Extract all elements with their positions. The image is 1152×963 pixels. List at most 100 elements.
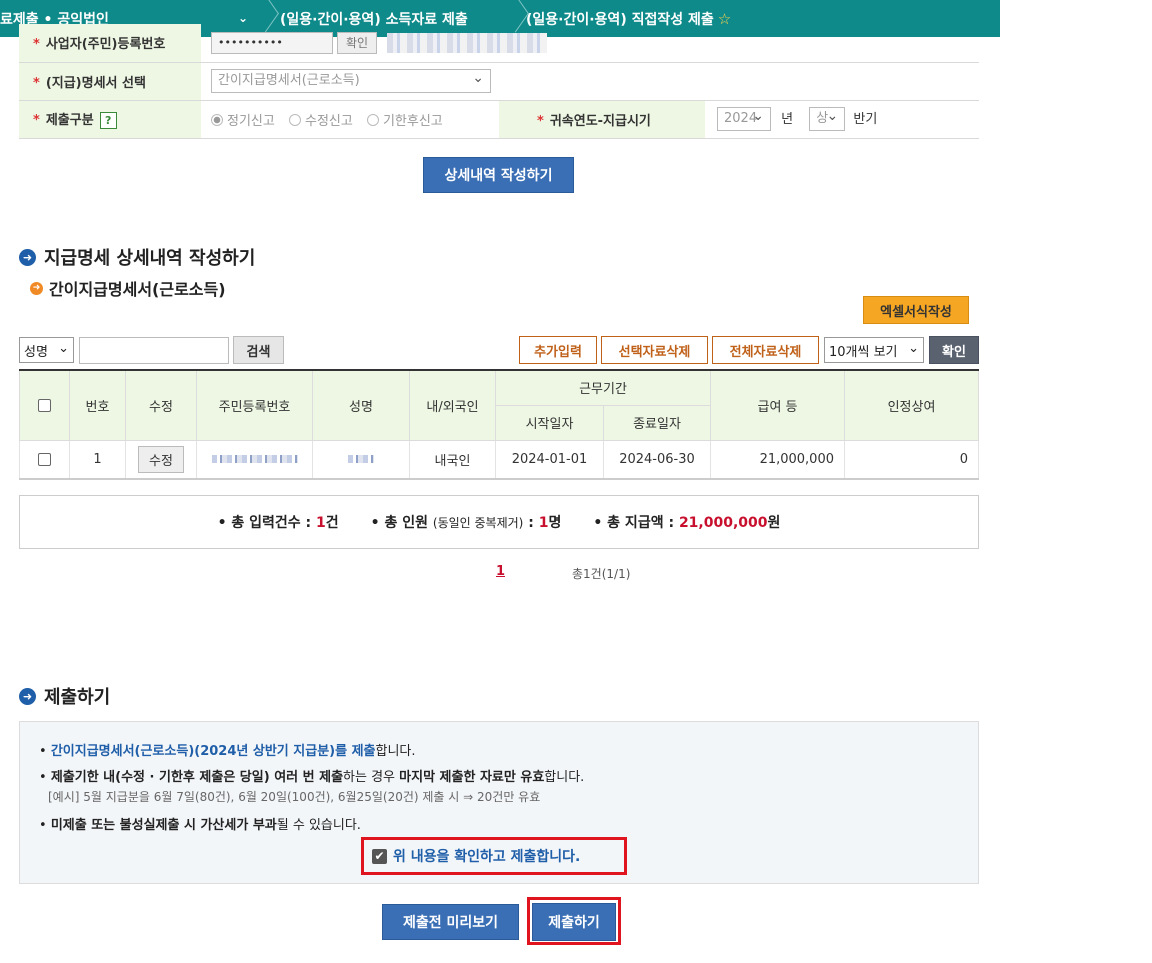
delete-selected-button[interactable]: 선택자료삭제 (601, 336, 708, 364)
section-detail-title-text: 지급명세 상세내역 작성하기 (44, 248, 256, 269)
submit-type-cell: 정기신고 수정신고 기한후신고 (201, 100, 499, 139)
bizno-label-text: 사업자(주민)등록번호 (45, 37, 166, 53)
chevron-down-icon: ⌄ (908, 341, 919, 356)
bizno-cell: •••••••••• 확인 (201, 24, 979, 63)
info-line-4-a: 미제출 또는 불성실제출 시 가산세가 부과 (50, 818, 277, 833)
row-bonus: 0 (844, 440, 979, 480)
row-name (312, 440, 410, 480)
radio-dot[interactable] (288, 113, 301, 126)
required-mark: * (33, 37, 40, 53)
chevron-down-icon[interactable]: ⌄ (238, 11, 248, 25)
search-field-select[interactable]: 성명 ⌄ (19, 337, 74, 363)
header-pay: 급여 등 (710, 369, 845, 441)
summary-people-unit: 명 (548, 515, 562, 531)
select-all-checkbox[interactable] (38, 398, 51, 412)
chevron-down-icon: ⌄ (58, 341, 69, 356)
info-line-1-tail: 합니다. (375, 744, 416, 759)
year-select[interactable]: 2024 (717, 105, 771, 131)
summary-amount-unit: 원 (767, 515, 781, 531)
header-nationality: 내/외국인 (409, 369, 496, 441)
summary-amount-value: 21,000,000 (678, 515, 768, 531)
detail-write-button[interactable]: 상세내역 작성하기 (423, 157, 574, 193)
radio-dot[interactable] (366, 113, 379, 126)
radio-regular[interactable]: 정기신고 (211, 110, 275, 129)
required-mark: * (537, 113, 544, 129)
info-line-4: • 미제출 또는 불성실제출 시 가산세가 부과될 수 있습니다. (39, 814, 361, 833)
half-select[interactable]: 상 (809, 105, 846, 131)
bullet: • (39, 744, 47, 759)
radio-amend[interactable]: 수정신고 (288, 110, 353, 129)
radio-regular-label: 정기신고 (227, 113, 275, 129)
header-start: 시작일자 (495, 405, 604, 441)
header-edit: 수정 (125, 369, 197, 441)
row-edit-button[interactable]: 수정 (138, 445, 184, 473)
info-line-2-d: 합니다. (544, 770, 585, 785)
info-line-2-a: 제출기한 내(수정 · 기한후 제출은 당일) 여러 번 제출 (50, 770, 344, 785)
info-line-2-b: 하는 경우 (343, 770, 400, 785)
radio-dot[interactable] (211, 113, 223, 126)
summary-count-unit: 건 (325, 515, 339, 531)
submit-type-label-text: 제출구분 (45, 113, 94, 128)
orange-arrow-icon: ➜ (30, 281, 43, 295)
preview-button[interactable]: 제출전 미리보기 (382, 904, 519, 940)
summary-count-label: • 총 입력건수 : (217, 515, 317, 531)
bullet: • (39, 818, 47, 833)
summary-amount: • 총 지급액 : 21,000,000원 (593, 512, 780, 532)
excel-form-button[interactable]: 엑셀서식작성 (863, 296, 969, 324)
pager-total: 총1건(1/1) (572, 567, 631, 581)
header-name: 성명 (312, 369, 410, 441)
section-submit-title: ➜ 제출하기 (19, 683, 110, 709)
year-label: * 귀속연도-지급시기 (499, 100, 705, 139)
masked-rrn (211, 455, 298, 464)
doc-select-label: * (지급)명세서 선택 (19, 62, 201, 101)
radio-late[interactable]: 기한후신고 (366, 110, 443, 129)
sub-title: ➜ 간이지급명세서(근로소득) (30, 276, 226, 300)
page-size-select[interactable]: 10개씩 보기 ⌄ (824, 337, 924, 363)
radio-amend-label: 수정신고 (304, 113, 353, 129)
confirm-text: 위 내용을 확인하고 제출합니다. (393, 849, 581, 865)
summary-people-value: 1 (538, 515, 549, 531)
row-checkbox[interactable] (38, 452, 51, 466)
arrow-circle-icon: ➜ (19, 248, 36, 266)
header-rrn: 주민등록번호 (196, 369, 313, 441)
info-line-4-b: 될 수 있습니다. (276, 818, 361, 833)
submit-button[interactable]: 제출하기 (532, 903, 616, 941)
header-select-all (19, 369, 70, 441)
header-end: 종료일자 (603, 405, 711, 441)
confirm-checkbox-row[interactable]: ✔ 위 내용을 확인하고 제출합니다. (361, 837, 627, 875)
year-label-text: 귀속연도-지급시기 (549, 113, 651, 129)
row-no: 1 (69, 440, 126, 480)
search-field-value: 성명 (24, 344, 48, 360)
masked-business-name (387, 32, 548, 53)
search-button[interactable]: 검색 (233, 336, 284, 364)
form-table: * 사업자(주민)등록번호 •••••••••• 확인 * (지급)명세서 선택 간이… (19, 24, 979, 139)
help-icon[interactable]: ? (99, 112, 117, 129)
bizno-input[interactable]: •••••••••• (211, 31, 333, 54)
doc-select-cell: 간이지급명세서(근로소득) (201, 62, 979, 101)
header-bonus: 인정상여 (844, 369, 979, 441)
arrow-circle-icon: ➜ (19, 687, 36, 705)
delete-all-button[interactable]: 전체자료삭제 (712, 336, 819, 364)
radio-late-label: 기한후신고 (382, 113, 443, 129)
pager-current-page[interactable]: 1 (496, 564, 505, 579)
add-input-button[interactable]: 추가입력 (519, 336, 597, 364)
confirm-checkbox[interactable]: ✔ (372, 848, 387, 864)
row-nationality: 내국인 (409, 440, 496, 480)
masked-name (348, 455, 374, 464)
row-checkbox-cell (19, 440, 70, 480)
summary-people: • 총 인원 (동일인 중복제거) : 1명 (371, 512, 562, 532)
doc-select[interactable]: 간이지급명세서(근로소득) (211, 67, 491, 93)
summary-amount-label: • 총 지급액 : (593, 515, 679, 531)
bizno-confirm-button[interactable]: 확인 (337, 31, 378, 54)
summary-box: • 총 입력건수 : 1 건 • 총 인원 (동일인 중복제거) : 1명 • 총… (19, 495, 979, 549)
info-line-2: • 제출기한 내(수정 · 기한후 제출은 당일) 여러 번 제출하는 경우 마… (39, 766, 584, 785)
summary-people-label: • 총 인원 (370, 515, 433, 531)
page-size-confirm-button[interactable]: 확인 (929, 336, 979, 364)
page-size-value: 10개씩 보기 (829, 344, 898, 360)
summary-people-sep: : (523, 515, 539, 531)
year-cell: 2024 년 상 반기 (705, 100, 979, 139)
row-start: 2024-01-01 (495, 440, 604, 480)
search-input[interactable] (79, 337, 229, 364)
info-line-1: • 간이지급명세서(근로소득)(2024년 상반기 지급분)를 제출합니다. (39, 740, 416, 759)
data-table: 번호 수정 주민등록번호 성명 내/외국인 근무기간 급여 등 인정상여 시작일… (19, 369, 979, 480)
